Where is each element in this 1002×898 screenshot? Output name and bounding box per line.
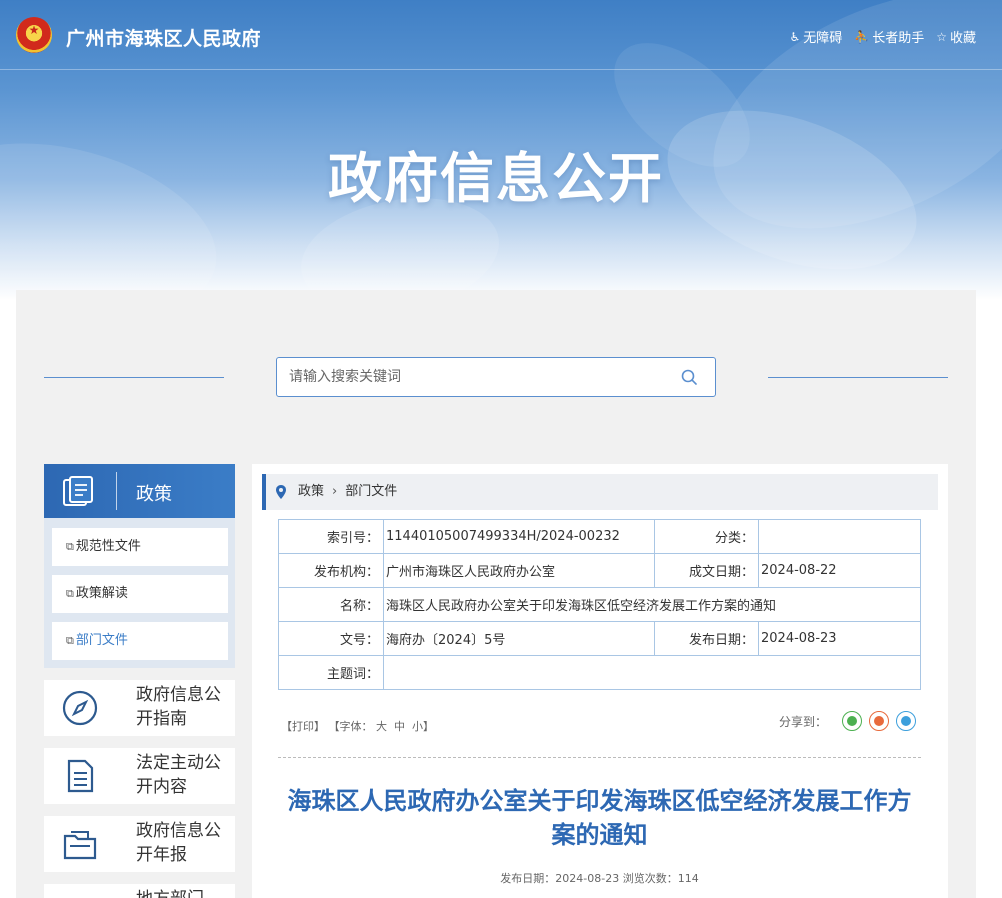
building-icon bbox=[62, 894, 98, 898]
sidebar-card-label: 政府信息公开年报 bbox=[136, 821, 221, 865]
favorite-link[interactable]: ☆ 收藏 bbox=[936, 27, 976, 47]
content-divider bbox=[278, 757, 921, 758]
sidebar-item-normative[interactable]: ⧉ 规范性文件 bbox=[52, 528, 228, 566]
search-box bbox=[276, 357, 716, 397]
content-panel: 政策 › 部门文件 索引号： 11440105007499334H/2024-0… bbox=[252, 464, 948, 898]
sidebar-header-divider bbox=[116, 472, 117, 510]
breadcrumb-item[interactable]: 部门文件 bbox=[345, 474, 397, 510]
star-icon: ☆ bbox=[936, 29, 947, 44]
top-links: ♿ 无障碍 ⛹ 长者助手 ☆ 收藏 bbox=[789, 27, 976, 47]
meta-label: 名称： bbox=[278, 587, 384, 622]
file-copy-icon: ⧉ bbox=[66, 634, 74, 647]
weibo-share-icon[interactable] bbox=[869, 711, 889, 731]
document-icon bbox=[67, 759, 94, 793]
qq-share-icon[interactable] bbox=[896, 711, 916, 731]
meta-label: 分类： bbox=[654, 519, 759, 554]
national-emblem-icon[interactable]: ★ bbox=[16, 17, 52, 53]
sidebar-item-department[interactable]: ⧉ 部门文件 bbox=[52, 622, 228, 660]
meta-label: 发布机构： bbox=[278, 553, 384, 588]
article-title: 海珠区人民政府办公室关于印发海珠区低空经济发展工作方案的通知 bbox=[287, 787, 912, 849]
sidebar-card-content[interactable]: 法定主动公开内容 bbox=[44, 748, 235, 804]
elder-helper-icon: ⛹ bbox=[854, 29, 870, 44]
meta-value: 海府办〔2024〕5号 bbox=[383, 621, 655, 656]
print-button[interactable]: 【打印】 bbox=[281, 720, 325, 733]
chevron-right-icon: › bbox=[332, 484, 338, 499]
sidebar-card-label: 法定主动公开内容 bbox=[136, 753, 221, 797]
share-label: 分享到： bbox=[778, 714, 827, 729]
search-divider-right bbox=[768, 377, 948, 378]
banner: ★ 广州市海珠区人民政府 ♿ 无障碍 ⛹ 长者助手 ☆ 收藏 政府信息公开 bbox=[0, 0, 1002, 300]
site-title[interactable]: 广州市海珠区人民政府 bbox=[66, 24, 261, 51]
sidebar-item-interpretation[interactable]: ⧉ 政策解读 bbox=[52, 575, 228, 613]
meta-label: 成文日期： bbox=[654, 553, 759, 588]
sidebar-item-label: 政策解读 bbox=[75, 586, 128, 601]
file-copy-icon: ⧉ bbox=[66, 587, 74, 600]
share-bar: 分享到： bbox=[779, 711, 916, 731]
accessibility-label: 无障碍 bbox=[803, 31, 843, 46]
meta-label: 主题词： bbox=[278, 655, 384, 690]
meta-value bbox=[758, 519, 921, 554]
meta-value bbox=[383, 655, 921, 690]
search-input[interactable] bbox=[277, 358, 657, 396]
accessibility-link[interactable]: ♿ 无障碍 bbox=[789, 27, 843, 47]
sidebar-header[interactable]: 政策 bbox=[44, 464, 235, 518]
sidebar-submenu: ⧉ 规范性文件 ⧉ 政策解读 ⧉ 部门文件 bbox=[44, 518, 235, 668]
elder-helper-label: 长者助手 bbox=[872, 31, 925, 46]
policy-book-icon bbox=[63, 476, 93, 506]
meta-label: 发布日期： bbox=[654, 621, 759, 656]
meta-value: 11440105007499334H/2024-00232 bbox=[383, 519, 655, 554]
sidebar-card-report[interactable]: 政府信息公开年报 bbox=[44, 816, 235, 872]
sidebar-header-label: 政策 bbox=[136, 484, 172, 505]
banner-title: 政府信息公开 bbox=[328, 147, 664, 210]
font-size-label: 【字体： bbox=[328, 720, 373, 733]
favorite-label: 收藏 bbox=[949, 31, 976, 46]
sidebar-card-department[interactable]: 地方部门 bbox=[44, 884, 235, 898]
meta-value: 2024-08-22 bbox=[758, 553, 921, 588]
sidebar-item-label: 规范性文件 bbox=[75, 539, 141, 554]
meta-label: 索引号： bbox=[278, 519, 384, 554]
article-meta: 发布日期：2024-08-23 浏览次数：114 bbox=[500, 872, 699, 885]
file-copy-icon: ⧉ bbox=[66, 540, 74, 553]
sidebar-card-label: 政府信息公开指南 bbox=[136, 685, 221, 729]
font-medium-button[interactable]: 中 bbox=[394, 720, 405, 733]
sidebar-item-label: 部门文件 bbox=[75, 633, 128, 648]
breadcrumb-item[interactable]: 政策 bbox=[298, 474, 324, 510]
breadcrumb: 政策 › 部门文件 bbox=[262, 474, 938, 510]
font-large-button[interactable]: 大 bbox=[376, 720, 387, 733]
sidebar-card-guide[interactable]: 政府信息公开指南 bbox=[44, 680, 235, 736]
meta-value: 海珠区人民政府办公室关于印发海珠区低空经济发展工作方案的通知 bbox=[383, 587, 921, 622]
folder-icon bbox=[63, 831, 97, 860]
search-icon[interactable] bbox=[681, 369, 697, 385]
sidebar-card-label: 地方部门 bbox=[136, 887, 226, 898]
font-small-button[interactable]: 小】 bbox=[412, 720, 434, 733]
search-divider-left bbox=[44, 377, 224, 378]
meta-value: 2024-08-23 bbox=[758, 621, 921, 656]
top-bar: ★ 广州市海珠区人民政府 ♿ 无障碍 ⛹ 长者助手 ☆ 收藏 bbox=[0, 0, 1002, 70]
document-meta-table: 索引号： 11440105007499334H/2024-00232 分类： 发… bbox=[278, 519, 921, 690]
accessibility-icon: ♿ bbox=[789, 29, 801, 44]
article-tools: 【打印】 【字体： 大 中 小】 bbox=[281, 718, 434, 734]
location-pin-icon bbox=[276, 485, 286, 499]
meta-label: 文号： bbox=[278, 621, 384, 656]
elder-helper-link[interactable]: ⛹ 长者助手 bbox=[854, 27, 925, 47]
meta-value: 广州市海珠区人民政府办公室 bbox=[383, 553, 655, 588]
main-container: 政策 ⧉规范性文件 ⧉政策解读 ⧉部门文件 政府信息公开指南 法定主动公开内容 bbox=[16, 290, 976, 898]
compass-icon bbox=[62, 690, 98, 726]
wechat-share-icon[interactable] bbox=[842, 711, 862, 731]
